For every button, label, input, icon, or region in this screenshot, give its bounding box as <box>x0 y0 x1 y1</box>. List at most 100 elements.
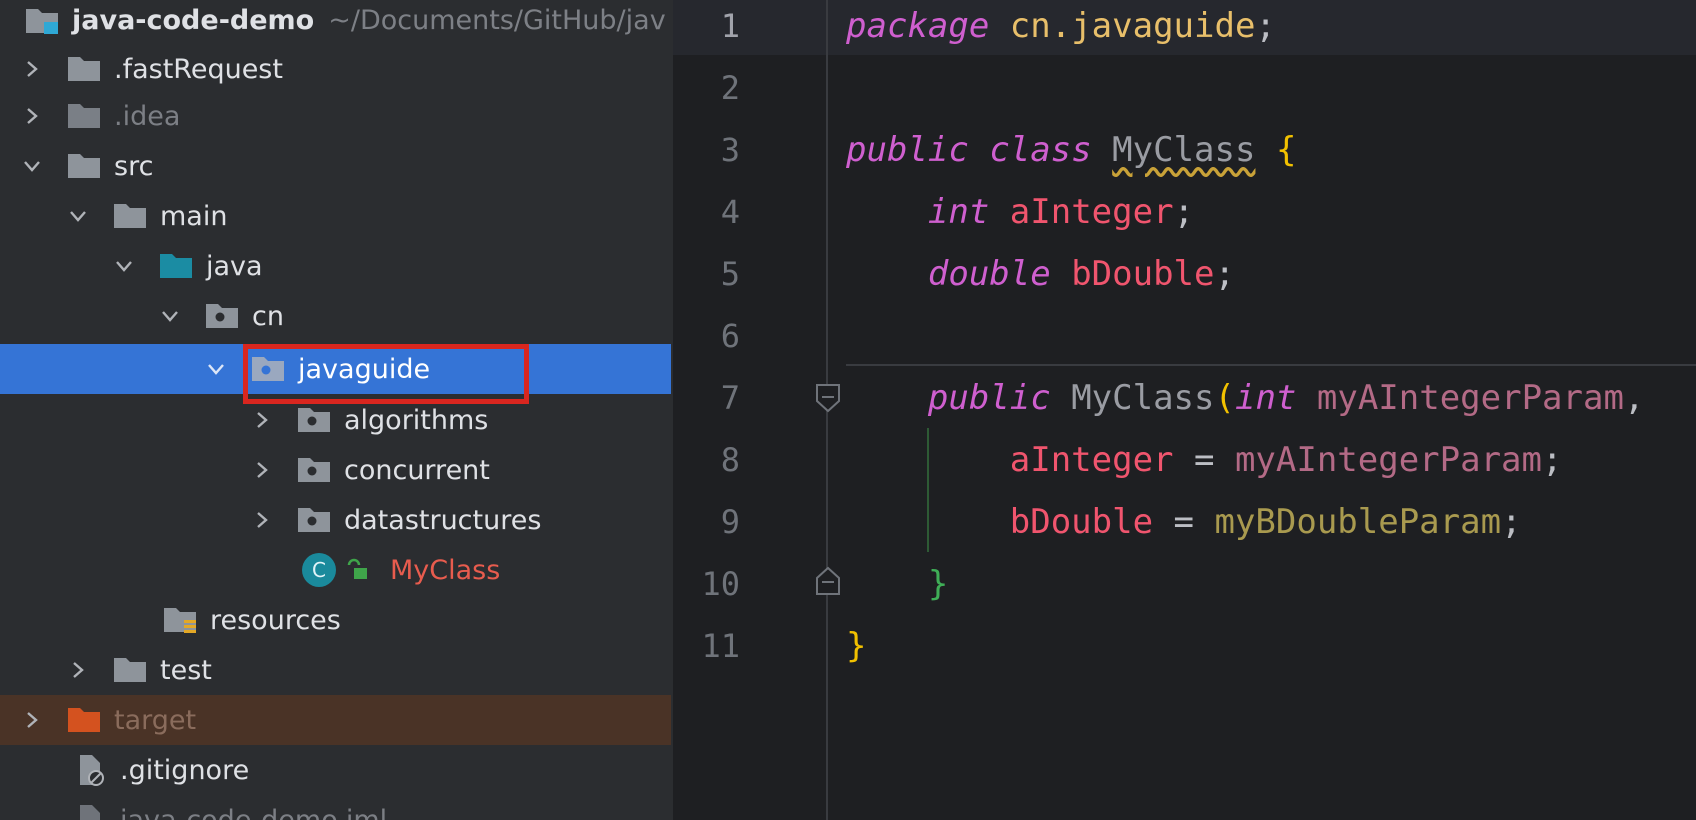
tree-item-iml[interactable]: java-code-demo.iml <box>0 795 671 820</box>
chevron-right-icon[interactable] <box>20 708 44 732</box>
tree-item-algorithms[interactable]: algorithms <box>0 395 671 445</box>
folder-icon <box>66 53 102 85</box>
line-number: 2 <box>720 69 740 107</box>
semicolon: ; <box>1255 6 1276 46</box>
line-number: 10 <box>701 565 740 603</box>
chevron-down-icon[interactable] <box>66 204 90 228</box>
keyword: int <box>1234 378 1297 418</box>
tree-item-test[interactable]: test <box>0 645 671 695</box>
tree-root-path: ~/Documents/GitHub/jav <box>328 4 666 36</box>
chevron-down-icon[interactable] <box>204 357 228 381</box>
class-icon: C <box>302 553 336 587</box>
tree-item-gitignore[interactable]: .gitignore <box>0 745 671 795</box>
package-icon <box>296 454 332 486</box>
project-tree: java-code-demo ~/Documents/GitHub/jav .f… <box>0 0 671 820</box>
code-line-5: double bDouble; <box>846 248 1235 310</box>
tree-item-idea[interactable]: .idea <box>0 91 671 141</box>
code-line-8: aInteger = myAIntegerParam; <box>846 434 1563 496</box>
tree-item-label: resources <box>210 604 341 636</box>
tree-item-fastrequest[interactable]: .fastRequest <box>0 44 671 94</box>
tree-item-resources[interactable]: resources <box>0 595 671 645</box>
line-number: 1 <box>720 7 740 45</box>
chevron-right-icon[interactable] <box>66 658 90 682</box>
module-folder-icon <box>24 4 60 36</box>
operator: = <box>1173 440 1235 480</box>
tree-item-label: MyClass <box>390 554 501 586</box>
tree-item-target[interactable]: target <box>0 695 671 745</box>
chevron-right-icon[interactable] <box>250 508 274 532</box>
tree-item-cn[interactable]: cn <box>0 291 671 341</box>
tree-item-label: java <box>206 250 263 282</box>
semicolon: ; <box>1173 192 1195 232</box>
ignore-file-icon <box>72 754 108 786</box>
line-number: 9 <box>720 503 740 541</box>
chevron-down-icon[interactable] <box>112 254 136 278</box>
tree-item-label: .gitignore <box>120 754 250 786</box>
brace: } <box>846 626 867 666</box>
code-line-11: } <box>846 620 866 682</box>
field-name: bDouble <box>1071 254 1215 294</box>
fold-open-icon[interactable] <box>815 383 841 413</box>
package-name: cn.javaguide <box>1009 6 1256 46</box>
excluded-folder-icon <box>66 704 102 736</box>
keyword: int <box>927 192 990 232</box>
comma: , <box>1623 378 1645 418</box>
code-line-4: int aInteger; <box>846 186 1194 248</box>
keyword: package <box>846 6 990 46</box>
line-number: 8 <box>720 441 740 479</box>
constructor-name: MyClass <box>1071 378 1215 418</box>
tree-item-java[interactable]: java <box>0 241 671 291</box>
package-icon <box>296 504 332 536</box>
package-icon <box>250 353 286 385</box>
tree-item-label: .idea <box>114 100 181 132</box>
code-line-3: public class MyClass { <box>846 124 1296 186</box>
tree-item-myclass[interactable]: C MyClass <box>0 545 671 595</box>
folder-icon <box>66 150 102 182</box>
chevron-right-icon[interactable] <box>250 458 274 482</box>
operator: = <box>1153 502 1215 542</box>
tree-item-label: .fastRequest <box>114 53 283 85</box>
semicolon: ; <box>1214 254 1235 294</box>
module-file-icon <box>72 804 108 820</box>
package-icon <box>296 404 332 436</box>
folder-icon <box>66 100 102 132</box>
tree-item-label: cn <box>252 300 284 332</box>
field-name: aInteger <box>1009 192 1174 232</box>
code-editor[interactable]: 1 2 3 4 5 6 7 8 9 10 11 package cn.javag… <box>673 0 1696 820</box>
line-number: 11 <box>701 627 740 665</box>
tree-item-label: src <box>114 150 154 182</box>
line-number: 6 <box>720 317 740 355</box>
tree-item-main[interactable]: main <box>0 191 671 241</box>
keyword: public <box>927 378 1051 418</box>
parameter-name: myAIntegerParam <box>1316 378 1624 418</box>
resources-folder-icon <box>162 604 198 636</box>
chevron-right-icon[interactable] <box>20 57 44 81</box>
method-separator <box>846 364 1696 366</box>
brace: } <box>927 564 949 604</box>
line-number: 7 <box>720 379 740 417</box>
code-line-1: package cn.javaguide; <box>846 0 1276 62</box>
chevron-down-icon[interactable] <box>158 304 182 328</box>
chevron-down-icon[interactable] <box>20 154 44 178</box>
field-name: aInteger <box>1009 440 1174 480</box>
tree-root-java-code-demo[interactable]: java-code-demo ~/Documents/GitHub/jav <box>0 0 671 45</box>
chevron-right-icon[interactable] <box>250 408 274 432</box>
keyword: double <box>927 254 1051 294</box>
code-line-10: } <box>846 558 948 620</box>
folder-icon <box>112 654 148 686</box>
tree-item-src[interactable]: src <box>0 141 671 191</box>
line-number: 4 <box>720 193 740 231</box>
tree-item-label: main <box>160 200 228 232</box>
code-line-9: bDouble = myBDoubleParam; <box>846 496 1522 558</box>
semicolon: ; <box>1501 502 1522 542</box>
fold-close-icon[interactable] <box>815 566 841 596</box>
tree-item-javaguide[interactable]: javaguide <box>0 344 671 394</box>
line-number: 3 <box>720 131 740 169</box>
tree-item-label: java-code-demo.iml <box>120 804 388 820</box>
tree-root-label: java-code-demo <box>72 4 315 36</box>
chevron-right-icon[interactable] <box>20 104 44 128</box>
tree-item-label: algorithms <box>344 404 489 436</box>
tree-item-datastructures[interactable]: datastructures <box>0 495 671 545</box>
folder-icon <box>112 200 148 232</box>
tree-item-concurrent[interactable]: concurrent <box>0 445 671 495</box>
